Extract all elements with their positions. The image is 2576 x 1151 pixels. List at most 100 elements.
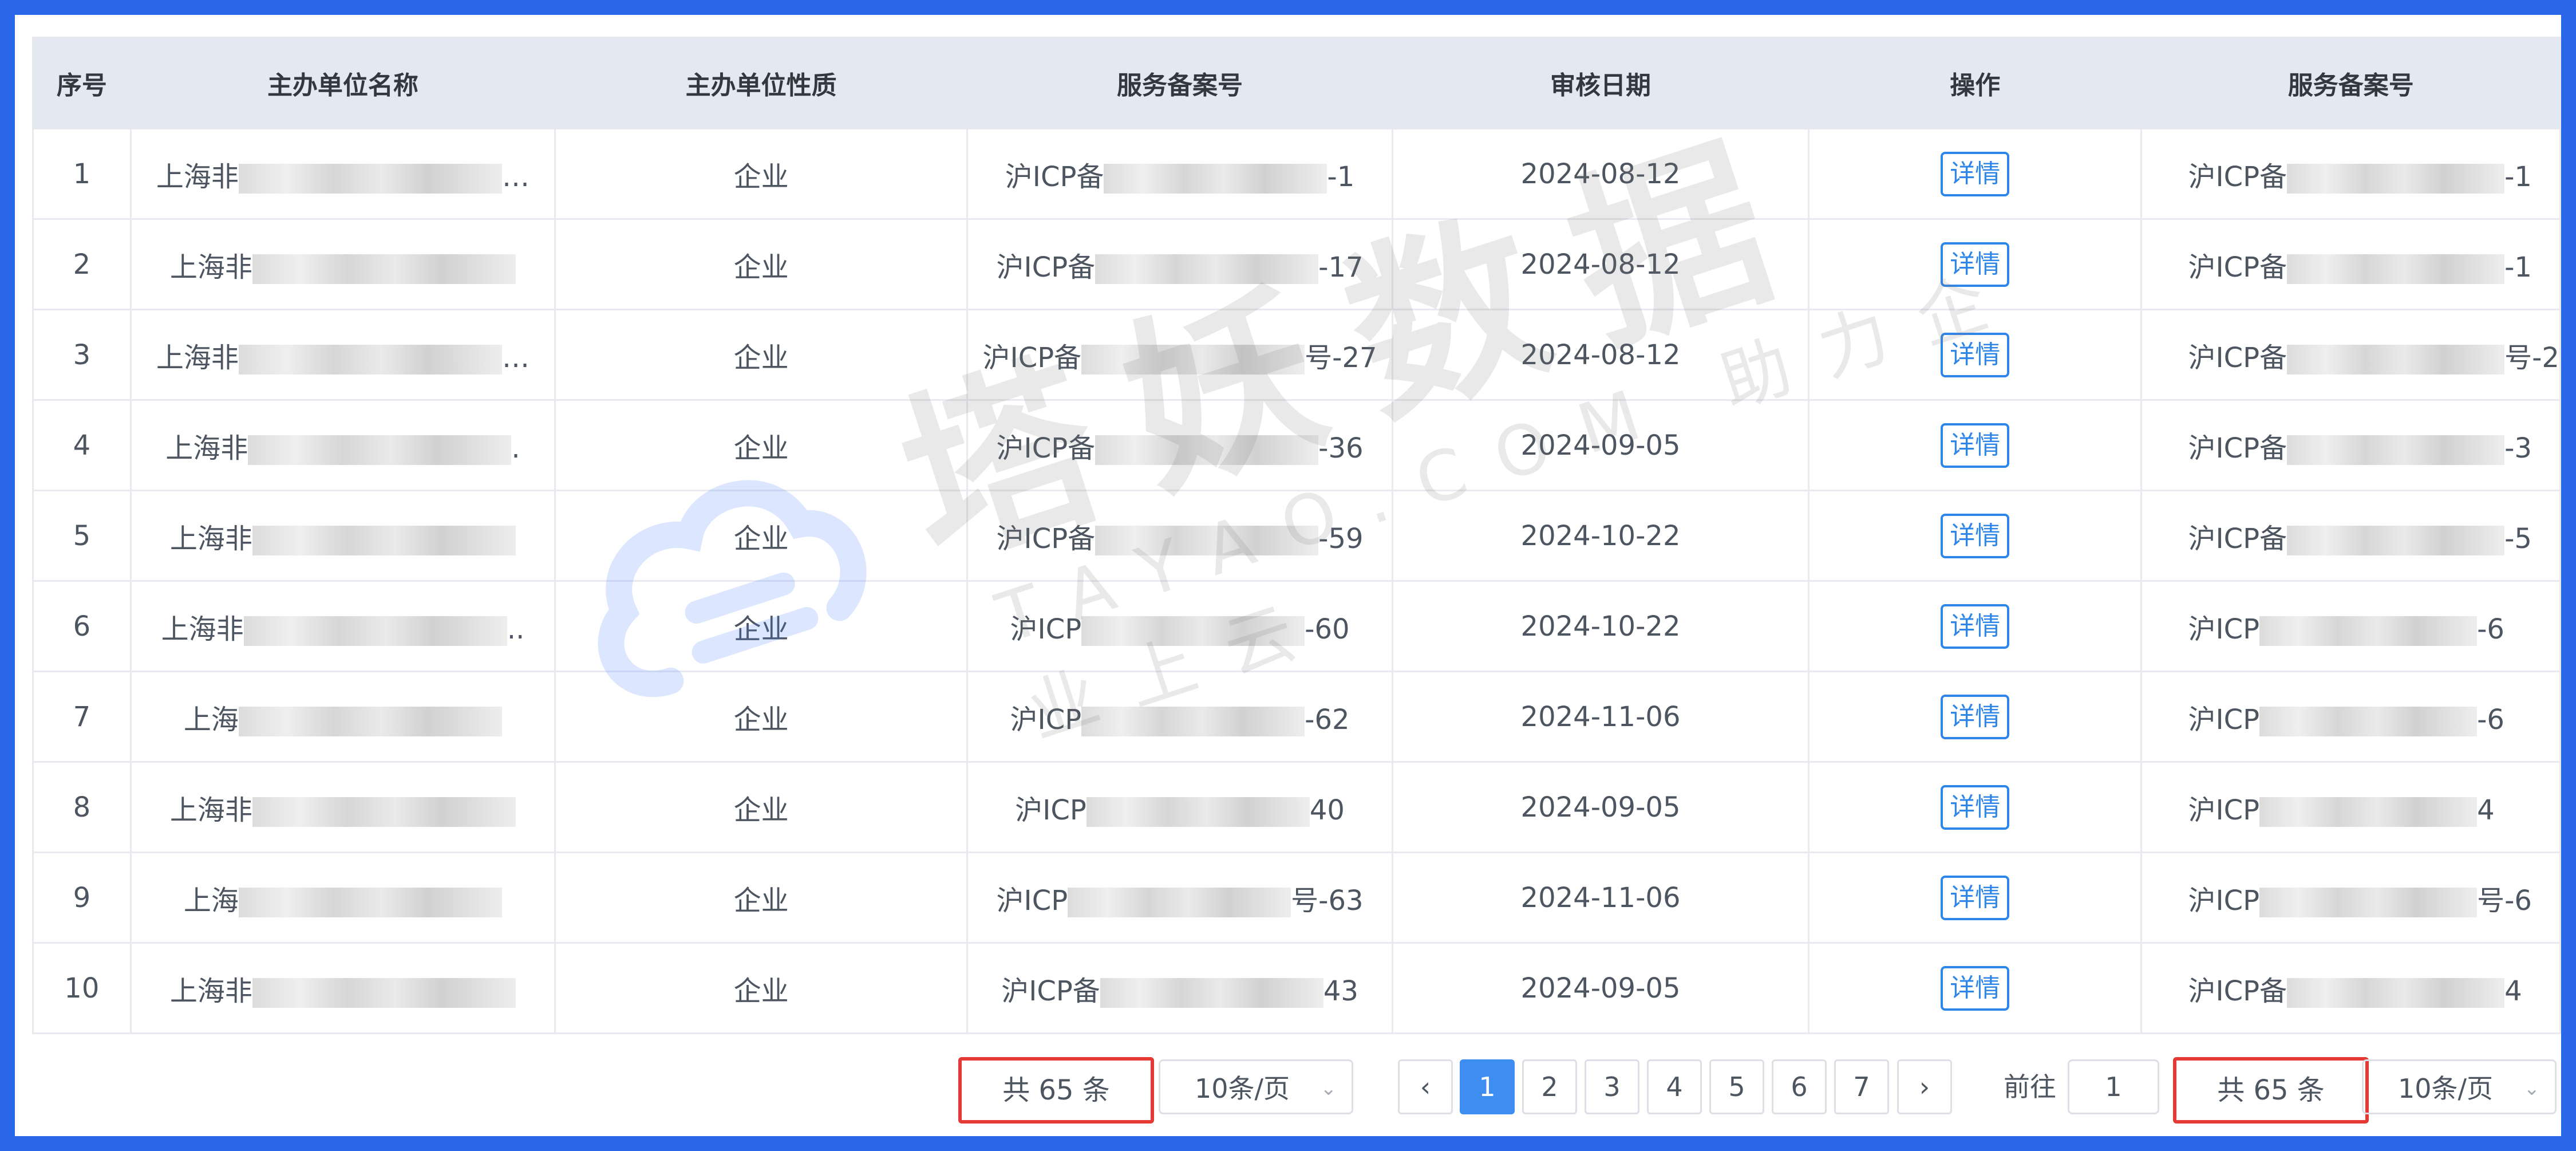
chevron-down-icon: ⌄ [2523, 1077, 2541, 1100]
icp-suffix: 43 [1323, 975, 1358, 1007]
detail-button[interactable]: 详情 [1941, 965, 2010, 1011]
cell-org-name: 上海非.. [129, 580, 556, 672]
redacted-block [2259, 887, 2478, 917]
page-button-2[interactable]: 2 [1522, 1059, 1577, 1114]
cell-review-date: 2024-09-05 [1392, 399, 1810, 491]
cell-org-nature: 企业 [554, 761, 969, 853]
page-button-5[interactable]: 5 [1709, 1059, 1764, 1114]
redacted-block [2259, 616, 2478, 646]
table-row: 1 上海非 … 企业 沪ICP备 -1 2024-08-12 详情 沪ICP备 -1 [32, 128, 2561, 220]
goto-page-input[interactable]: 1 [2068, 1059, 2159, 1114]
redacted-block [1081, 344, 1305, 375]
redacted-block [243, 616, 507, 646]
page-button-1[interactable]: 1 [1460, 1059, 1515, 1114]
col-header-org-name: 主办单位名称 [129, 37, 556, 129]
icp2-prefix: 沪ICP备 [2188, 160, 2287, 193]
cell-icp-number-2: 沪ICP备 4 [2140, 942, 2561, 1034]
icp2-prefix: 沪ICP备 [2188, 975, 2287, 1007]
table-row: 9 上海 企业 沪ICP 号-63 2024-11-06 详情 沪ICP 号-6 [32, 852, 2561, 944]
cell-index: 3 [32, 309, 132, 401]
cell-org-nature: 企业 [554, 580, 969, 672]
chevron-right-icon: › [1919, 1071, 1930, 1102]
cell-org-nature: 企业 [554, 942, 969, 1034]
icp-suffix: -17 [1318, 251, 1364, 283]
redacted-block [252, 254, 516, 284]
org-name-suffix: .. [507, 613, 525, 645]
org-name-prefix: 上海非 [169, 794, 252, 826]
redacted-block [238, 344, 502, 375]
org-name-prefix: 上海非 [161, 613, 244, 645]
col-header-review-date: 审核日期 [1392, 37, 1810, 129]
detail-button[interactable]: 详情 [1941, 423, 2010, 468]
detail-button[interactable]: 详情 [1941, 151, 2010, 196]
org-name-prefix: 上海非 [165, 432, 248, 464]
icp2-suffix: 号-6 [2477, 884, 2532, 917]
icp-suffix: -59 [1318, 522, 1364, 555]
total-count-2: 共 65 条 [2173, 1057, 2369, 1124]
cell-icp-number-2: 沪ICP备 -1 [2140, 218, 2561, 310]
icp-prefix: 沪ICP备 [1005, 160, 1104, 193]
cell-action: 详情 [1808, 399, 2143, 491]
page-size-select-2[interactable]: 10条/页 ⌄ [2362, 1059, 2557, 1114]
cell-icp-number: 沪ICP备 -59 [966, 490, 1394, 582]
icp-prefix: 沪ICP备 [996, 251, 1096, 283]
redacted-block [248, 435, 512, 465]
icp-records-table: 序号 主办单位名称 主办单位性质 服务备案号 审核日期 操作 服务备案号 1 上海… [32, 37, 2561, 1034]
cell-org-name: 上海 [129, 852, 556, 944]
org-name-prefix: 上海非 [156, 341, 239, 374]
cell-action: 详情 [1808, 580, 2143, 672]
detail-button[interactable]: 详情 [1941, 785, 2010, 830]
cell-org-nature: 企业 [554, 128, 969, 220]
page-size-value: 10条/页 [1195, 1073, 1290, 1104]
cell-review-date: 2024-11-06 [1392, 852, 1810, 944]
redacted-block [1095, 525, 1319, 555]
detail-button[interactable]: 详情 [1941, 242, 2010, 287]
table-row: 5 上海非 企业 沪ICP备 -59 2024-10-22 详情 沪ICP备 -5 [32, 490, 2561, 582]
cell-icp-number: 沪ICP 40 [966, 761, 1394, 853]
detail-button[interactable]: 详情 [1941, 604, 2010, 649]
page-button-4[interactable]: 4 [1647, 1059, 1702, 1114]
col-header-icp-number: 服务备案号 [966, 37, 1394, 129]
prev-page-button[interactable]: ‹ [1398, 1059, 1453, 1114]
redacted-block [2287, 344, 2505, 375]
detail-button[interactable]: 详情 [1941, 694, 2010, 739]
detail-button[interactable]: 详情 [1941, 875, 2010, 920]
detail-button[interactable]: 详情 [1941, 513, 2010, 558]
redacted-block [238, 163, 502, 194]
cell-icp-number-2: 沪ICP备 号-2 [2140, 309, 2561, 401]
icp2-suffix: -6 [2477, 613, 2504, 645]
cell-index: 10 [32, 942, 132, 1034]
cell-index: 9 [32, 852, 132, 944]
org-name-suffix: . [511, 432, 520, 464]
redacted-block [1086, 797, 1310, 827]
cell-org-name: 上海 [129, 671, 556, 763]
pagination-bar: 共 65 条 10条/页 ⌄ ‹ 1234567 › 前往 1 共 65 条 1… [15, 1040, 2561, 1124]
redacted-block [2287, 254, 2505, 284]
icp-suffix: -60 [1305, 613, 1350, 645]
next-page-button[interactable]: › [1897, 1059, 1952, 1114]
page-button-7[interactable]: 7 [1834, 1059, 1889, 1114]
col-header-action: 操作 [1808, 37, 2143, 129]
org-name-prefix: 上海非 [169, 975, 252, 1007]
cell-action: 详情 [1808, 761, 2143, 853]
detail-button[interactable]: 详情 [1941, 332, 2010, 377]
icp-suffix: 号-27 [1305, 341, 1377, 374]
table-row: 4 上海非. 企业 沪ICP备 -36 2024-09-05 详情 沪ICP备 -3 [32, 399, 2561, 491]
redacted-block [1095, 435, 1319, 465]
org-name-prefix: 上海 [183, 703, 239, 736]
table-row: 10 上海非 企业 沪ICP备 43 2024-09-05 详情 沪ICP备 4 [32, 942, 2561, 1034]
cell-index: 6 [32, 580, 132, 672]
redacted-block [2259, 797, 2478, 827]
cell-review-date: 2024-09-05 [1392, 761, 1810, 853]
icp-prefix: 沪ICP备 [996, 522, 1096, 555]
table-row: 6 上海非.. 企业 沪ICP -60 2024-10-22 详情 沪ICP -6 [32, 580, 2561, 672]
cell-index: 7 [32, 671, 132, 763]
cell-icp-number: 沪ICP备 -17 [966, 218, 1394, 310]
page-button-6[interactable]: 6 [1772, 1059, 1827, 1114]
cell-icp-number-2: 沪ICP -6 [2140, 671, 2561, 763]
col-header-icp-number-2: 服务备案号 [2140, 37, 2561, 129]
page-button-3[interactable]: 3 [1585, 1059, 1639, 1114]
page-size-select[interactable]: 10条/页 ⌄ [1159, 1059, 1353, 1114]
cell-icp-number-2: 沪ICP -6 [2140, 580, 2561, 672]
icp-prefix: 沪ICP [1010, 613, 1082, 645]
